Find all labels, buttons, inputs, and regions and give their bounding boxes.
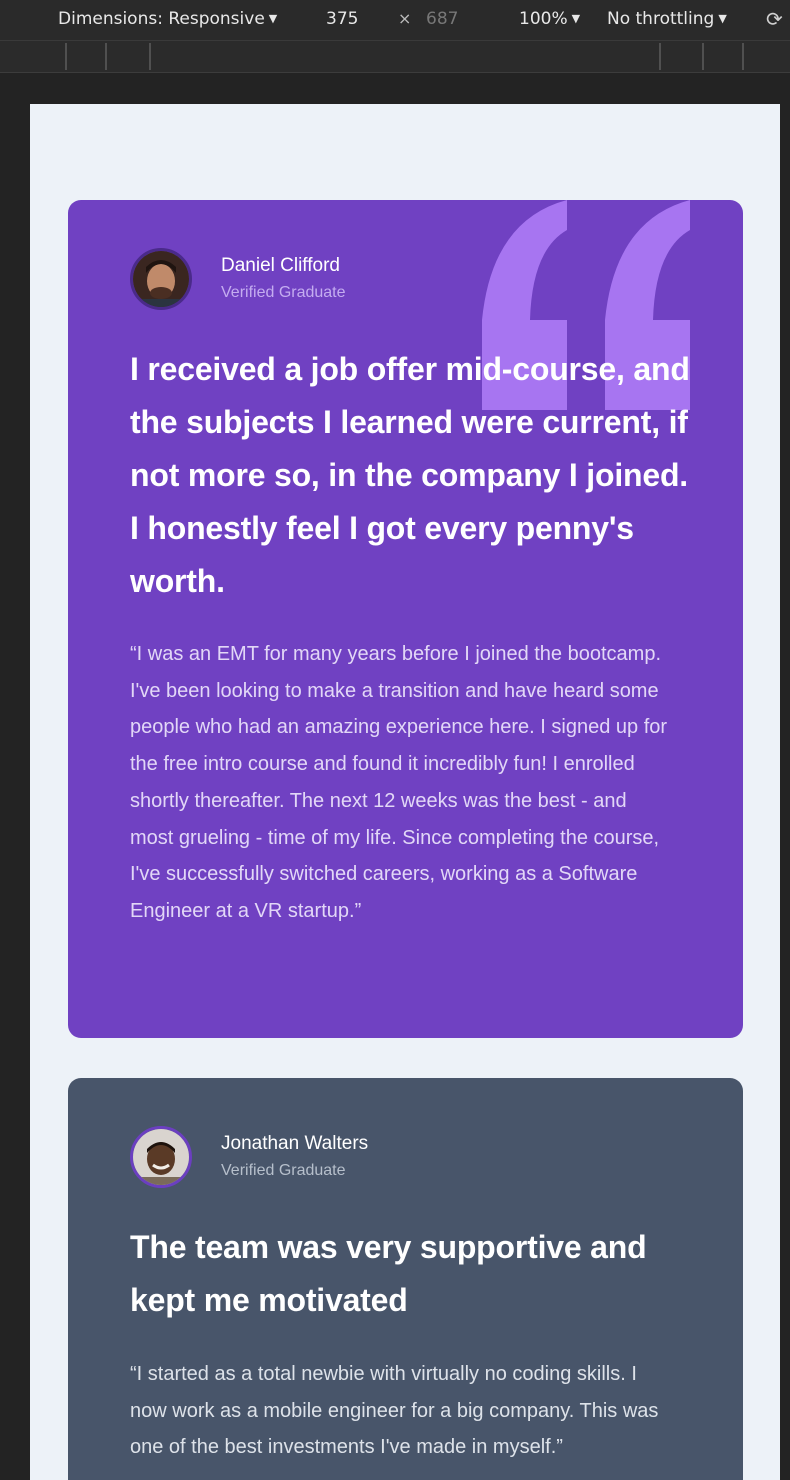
zoom-dropdown[interactable]: 100% ▼ <box>519 0 580 40</box>
ruler-tick[interactable] <box>105 43 107 70</box>
testimonial-headline: The team was very supportive and kept me… <box>130 1229 647 1318</box>
avatar <box>130 1126 192 1188</box>
ruler-tick[interactable] <box>742 43 744 70</box>
testimonial-body: “I was an EMT for many years before I jo… <box>130 643 668 922</box>
testimonial-body: “I started as a total newbie with virtua… <box>130 1363 659 1459</box>
media-query-ruler <box>0 41 790 73</box>
chevron-down-icon: ▼ <box>268 12 278 25</box>
chevron-down-icon: ▼ <box>718 12 727 25</box>
swap-dimensions-icon[interactable]: × <box>398 0 411 40</box>
width-input[interactable]: 375 <box>326 0 358 40</box>
devtools-toolbar: Dimensions: Responsive ▼ 375 × 687 100% ▼ … <box>0 0 790 41</box>
throttling-dropdown[interactable]: No throttling ▼ <box>607 0 727 40</box>
throttling-label: No throttling <box>607 9 715 29</box>
zoom-label: 100% <box>519 9 568 29</box>
avatar <box>130 248 192 310</box>
height-input[interactable]: 687 <box>426 0 458 40</box>
dimensions-label: Dimensions: Responsive <box>58 9 265 29</box>
ruler-tick[interactable] <box>702 43 704 70</box>
ruler-tick[interactable] <box>149 43 151 70</box>
author-name: Jonathan Walters <box>221 1133 369 1154</box>
rotate-icon[interactable]: ⟳ <box>766 0 783 40</box>
testimonial-headline: I received a job offer mid-course, and t… <box>130 351 690 599</box>
testimonial-card: Daniel Clifford Verified Graduate I rece… <box>68 200 743 1038</box>
testimonial-card: Jonathan Walters Verified Graduate The t… <box>68 1078 743 1480</box>
author-role: Verified Graduate <box>221 1162 346 1179</box>
chevron-down-icon: ▼ <box>571 12 581 25</box>
ruler-tick[interactable] <box>659 43 661 70</box>
dimensions-dropdown[interactable]: Dimensions: Responsive ▼ <box>58 0 277 40</box>
author-role: Verified Graduate <box>221 284 346 301</box>
ruler-tick[interactable] <box>65 43 67 70</box>
device-viewport: Daniel Clifford Verified Graduate I rece… <box>30 104 780 1480</box>
author-name: Daniel Clifford <box>221 255 340 276</box>
